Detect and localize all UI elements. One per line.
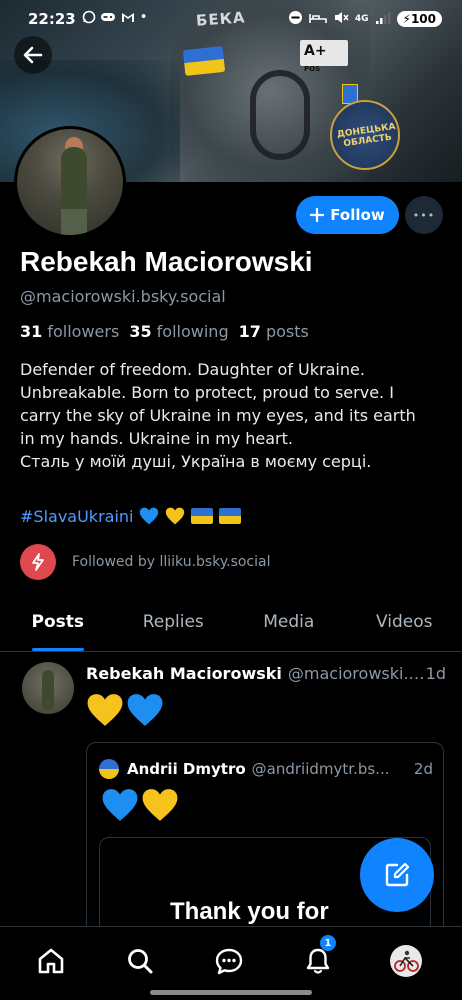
- lightning-icon: [32, 553, 44, 571]
- blue-heart-icon: [127, 694, 163, 726]
- avatar-figure-legs: [61, 209, 87, 235]
- posts-label: posts: [265, 322, 309, 341]
- followers-label: followers: [47, 322, 120, 341]
- compose-icon: [385, 862, 410, 887]
- bio-line: Defender of freedom. Daughter of Ukraine…: [20, 360, 365, 379]
- nav-home[interactable]: [31, 941, 71, 981]
- profile-tabs: Posts Replies Media Videos: [0, 600, 462, 652]
- quoted-author-name: Andrii Dmytro: [127, 760, 246, 778]
- more-options-button[interactable]: •••: [405, 196, 443, 234]
- mute-icon: [333, 10, 349, 28]
- game-controller-icon: [100, 10, 116, 28]
- post-author-avatar[interactable]: [22, 662, 74, 714]
- quoted-timestamp: 2d: [413, 760, 433, 778]
- followers-link[interactable]: 31 followers: [20, 322, 119, 341]
- search-icon: [128, 949, 153, 974]
- followers-count: 31: [20, 322, 43, 341]
- sleep-icon: [309, 11, 327, 28]
- profile-handle: @maciorowski.bsky.social: [20, 287, 226, 306]
- profile-name: Rebekah Maciorowski: [20, 246, 313, 277]
- yellow-heart-icon: [166, 507, 185, 525]
- post-text: [86, 692, 164, 728]
- signal-icon: [375, 11, 391, 28]
- post-author-name[interactable]: Rebekah Maciorowski: [86, 664, 282, 683]
- banner-flag-patch: [182, 45, 226, 77]
- arrow-left-icon: [23, 46, 43, 64]
- profile-bio: Defender of freedom. Daughter of Ukraine…: [20, 358, 450, 473]
- quoted-author-avatar: [99, 759, 119, 779]
- post-avatar-figure: [42, 670, 54, 710]
- status-left-icons: •: [82, 10, 148, 28]
- status-bar: 22:23 • 4G ⚡100: [0, 0, 462, 38]
- tab-media[interactable]: Media: [231, 600, 347, 651]
- followed-by-text: Followed by lliiku.bsky.social: [72, 554, 271, 570]
- banner-blood-type-patch: A+ POS: [300, 40, 348, 73]
- round-patch-text: ДОНЕЦЬКА ОБЛАСТЬ: [336, 122, 397, 150]
- profile-stats: 31 followers 35 following 17 posts: [20, 322, 309, 341]
- following-label: following: [156, 322, 229, 341]
- bottom-navigation: 1: [0, 926, 462, 1000]
- status-right-icons: 4G ⚡100: [288, 10, 442, 28]
- bio-line: carry the sky of Ukraine in my eyes, and…: [20, 406, 416, 425]
- status-dot: •: [139, 10, 148, 25]
- nav-chat[interactable]: [209, 941, 249, 981]
- tab-posts[interactable]: Posts: [0, 600, 116, 651]
- 4g-icon: 4G: [354, 14, 369, 24]
- bio-line: in my hands. Ukraine in my heart.: [20, 429, 293, 448]
- blood-type-sub: POS: [304, 65, 321, 73]
- following-count: 35: [129, 322, 152, 341]
- followed-by-avatar: [20, 544, 56, 580]
- ukraine-flag-icon: [219, 508, 242, 524]
- ukraine-flag-icon: [191, 508, 214, 524]
- back-button[interactable]: [14, 36, 52, 74]
- blood-type-text: A+: [304, 43, 327, 59]
- battery-level: 100: [410, 12, 436, 26]
- home-icon: [38, 948, 64, 974]
- user-avatar: [390, 945, 422, 977]
- plus-icon: [310, 208, 325, 222]
- notification-count-badge: 1: [320, 935, 336, 951]
- blue-heart-icon: [102, 789, 138, 821]
- blue-heart-icon: [140, 507, 159, 525]
- post-author-handle[interactable]: @maciorowski.b...: [288, 664, 426, 683]
- nav-profile[interactable]: [386, 941, 426, 981]
- quoted-author-handle: @andriidmytr.bs...: [251, 760, 390, 778]
- posts-count: 17: [238, 322, 261, 341]
- chat-icon: [215, 948, 243, 975]
- yellow-heart-icon: [142, 789, 178, 821]
- status-time: 22:23: [28, 10, 76, 28]
- ellipsis-icon: •••: [412, 208, 436, 222]
- quoted-post-text: [101, 787, 179, 823]
- quoted-image-text: Thank you for: [170, 898, 329, 925]
- follow-button[interactable]: Follow: [296, 196, 399, 234]
- post-header: Rebekah Maciorowski @maciorowski.b... 1d: [86, 664, 446, 683]
- follow-label: Follow: [330, 206, 385, 224]
- avatar-figure-body: [61, 147, 87, 217]
- cyclist-icon: [394, 950, 419, 972]
- quoted-post-header: Andrii Dmytro @andriidmytr.bs... 2d: [99, 759, 433, 779]
- post-timestamp: 1d: [425, 664, 446, 683]
- tab-replies[interactable]: Replies: [116, 600, 232, 651]
- bio-line: Unbreakable. Born to protect, proud to s…: [20, 383, 394, 402]
- gesture-home-bar[interactable]: [150, 990, 312, 995]
- tab-videos[interactable]: Videos: [347, 600, 462, 651]
- followed-by-row[interactable]: Followed by lliiku.bsky.social: [20, 544, 271, 580]
- profile-avatar[interactable]: [14, 126, 126, 238]
- banner-round-patch: ДОНЕЦЬКА ОБЛАСТЬ: [330, 100, 400, 170]
- yellow-heart-icon: [87, 694, 123, 726]
- battery-indicator: ⚡100: [396, 11, 442, 27]
- nav-notifications[interactable]: 1: [298, 935, 338, 981]
- banner-carabiner: [250, 70, 310, 160]
- battery-bolt-icon: ⚡: [402, 12, 411, 26]
- do-not-disturb-icon: [288, 10, 303, 28]
- bio-hashtags: #SlavaUkraini: [20, 506, 242, 526]
- following-link[interactable]: 35 following: [129, 322, 228, 341]
- bio-line: Сталь у моїй душі, Україна в моєму серці…: [20, 452, 372, 471]
- hashtag-link[interactable]: #SlavaUkraini: [20, 507, 133, 526]
- posts-stat: 17 posts: [239, 322, 309, 341]
- compose-button[interactable]: [360, 838, 434, 912]
- whatsapp-icon: [82, 10, 96, 28]
- nav-search[interactable]: [120, 941, 160, 981]
- gmail-icon: [120, 10, 136, 28]
